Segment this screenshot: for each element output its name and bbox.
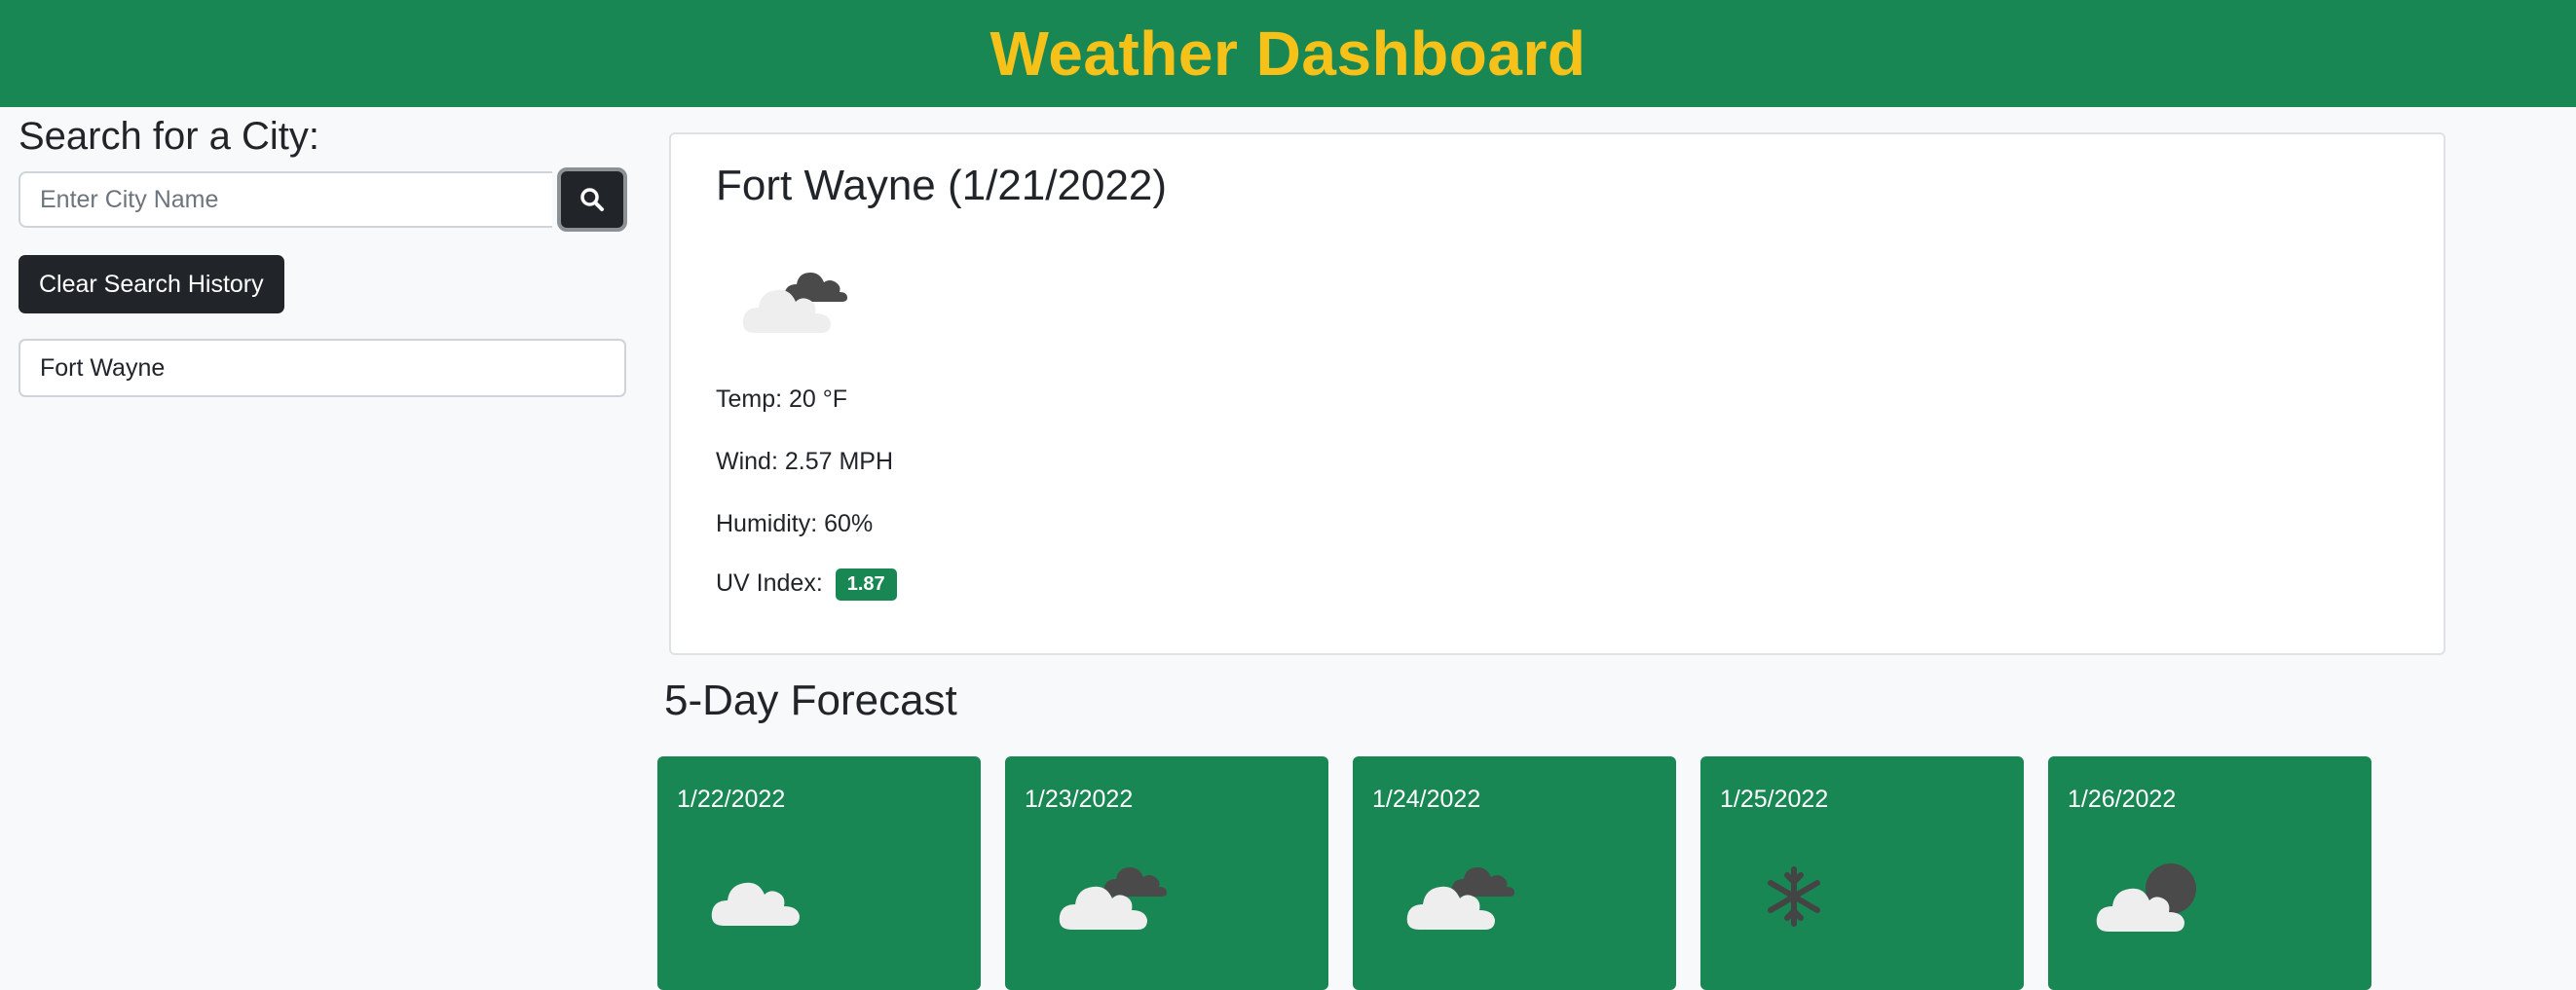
uv-label: UV Index: (716, 569, 823, 598)
partly-cloudy-icon (739, 263, 856, 346)
forecast-card: 1/22/2022 (657, 756, 981, 990)
current-wind: Wind: 2.57 MPH (716, 448, 894, 475)
forecast-card: 1/23/2022 (1005, 756, 1328, 990)
forecast-date: 1/26/2022 (2068, 786, 2177, 813)
forecast-card: 1/24/2022 (1353, 756, 1676, 990)
current-uv: UV Index: 1.87 (716, 568, 897, 601)
snowflake-icon (1747, 858, 1854, 940)
broken-clouds-icon (1052, 858, 1169, 940)
forecast-card: 1/26/2022 (2048, 756, 2371, 990)
search-button[interactable] (557, 167, 627, 232)
broken-clouds-icon (1400, 858, 1516, 940)
forecast-card: 1/25/2022 (1700, 756, 2024, 990)
app-title: Weather Dashboard (989, 18, 1587, 89)
forecast-date: 1/23/2022 (1025, 786, 1134, 813)
search-icon (580, 188, 604, 211)
history-item-fort-wayne[interactable]: Fort Wayne (19, 339, 626, 397)
current-weather-card: Fort Wayne (1/21/2022) Temp: 20 °F Wind:… (669, 132, 2445, 655)
uv-index-badge: 1.87 (835, 568, 897, 601)
cloud-icon (704, 858, 811, 940)
forecast-title: 5-Day Forecast (664, 677, 957, 724)
night-cloud-icon (2095, 858, 2212, 940)
app-header: Weather Dashboard (0, 0, 2576, 107)
city-search-input[interactable] (19, 171, 552, 228)
search-title: Search for a City: (19, 115, 320, 158)
forecast-date: 1/25/2022 (1720, 786, 1829, 813)
current-temp: Temp: 20 °F (716, 385, 848, 413)
forecast-date: 1/24/2022 (1372, 786, 1481, 813)
current-city-title: Fort Wayne (1/21/2022) (716, 162, 1168, 209)
clear-history-button[interactable]: Clear Search History (19, 255, 284, 313)
forecast-date: 1/22/2022 (677, 786, 786, 813)
current-humidity: Humidity: 60% (716, 510, 874, 537)
sidebar: Search for a City: Clear Search History … (0, 107, 643, 958)
